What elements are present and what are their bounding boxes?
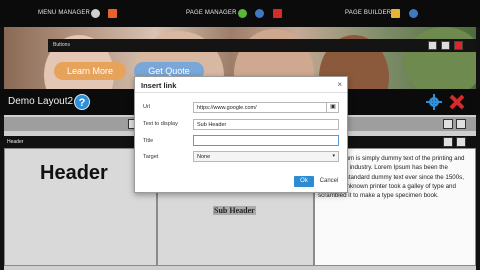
subheader-link[interactable]: Sub Header [213, 206, 256, 215]
url-label: Url [143, 104, 151, 110]
title-label: Title [143, 138, 154, 144]
learn-more-button[interactable]: Learn More [54, 62, 126, 80]
buttons-row-bar: Buttons [48, 39, 476, 52]
copy-icon[interactable] [443, 119, 453, 129]
title-input[interactable] [193, 135, 339, 146]
column-label: Header [7, 139, 24, 145]
dialog-header: Insert link × [135, 77, 347, 93]
close-icon[interactable] [456, 119, 466, 129]
text-to-display-input[interactable]: Sub Header [193, 119, 339, 130]
buttons-label: Buttons [53, 42, 70, 48]
header-heading[interactable]: Header [40, 162, 108, 185]
layout-title: Demo Layout2 [8, 96, 74, 107]
gear-icon[interactable] [441, 41, 450, 50]
dialog-title: Insert link [141, 81, 177, 90]
insert-link-dialog: Insert link × Url https://www.google.com… [134, 76, 348, 193]
add-page-icon[interactable] [238, 9, 247, 18]
settings-icon[interactable] [255, 9, 264, 18]
target-select[interactable]: None ▾ [193, 151, 339, 162]
cancel-button[interactable]: Cancel [318, 176, 340, 187]
target-label: Target [143, 154, 159, 160]
copy-icon[interactable] [428, 41, 437, 50]
gear-icon[interactable] [91, 9, 100, 18]
text-to-display-label: Text to display [143, 121, 178, 127]
gear-icon[interactable] [426, 94, 442, 110]
hero-foliage [404, 27, 476, 89]
page-builder-label[interactable]: PAGE BUILDER [345, 10, 391, 16]
menu-manager-label[interactable]: MENU MANAGER [38, 10, 90, 16]
ok-button[interactable]: Ok [294, 176, 314, 187]
target-value: None [197, 154, 211, 160]
gear-icon[interactable] [443, 137, 453, 147]
delete-icon[interactable] [454, 41, 463, 50]
close-icon[interactable]: × [337, 80, 342, 89]
top-toolbar: MENU MANAGER PAGE MANAGER PAGE BUILDER [0, 0, 480, 27]
chevron-down-icon: ▾ [332, 153, 335, 159]
page-manager-label[interactable]: PAGE MANAGER [186, 10, 237, 16]
browse-icon[interactable]: ▣ [326, 102, 339, 113]
url-input[interactable]: https://www.google.com/ [193, 102, 339, 113]
globe-icon[interactable] [409, 9, 418, 18]
delete-icon[interactable] [273, 9, 282, 18]
close-icon[interactable] [449, 94, 465, 110]
close-icon[interactable] [456, 137, 466, 147]
help-icon[interactable]: ? [74, 94, 90, 110]
right-edge [476, 0, 480, 270]
edit-icon[interactable] [391, 9, 400, 18]
add-icon[interactable] [108, 9, 117, 18]
